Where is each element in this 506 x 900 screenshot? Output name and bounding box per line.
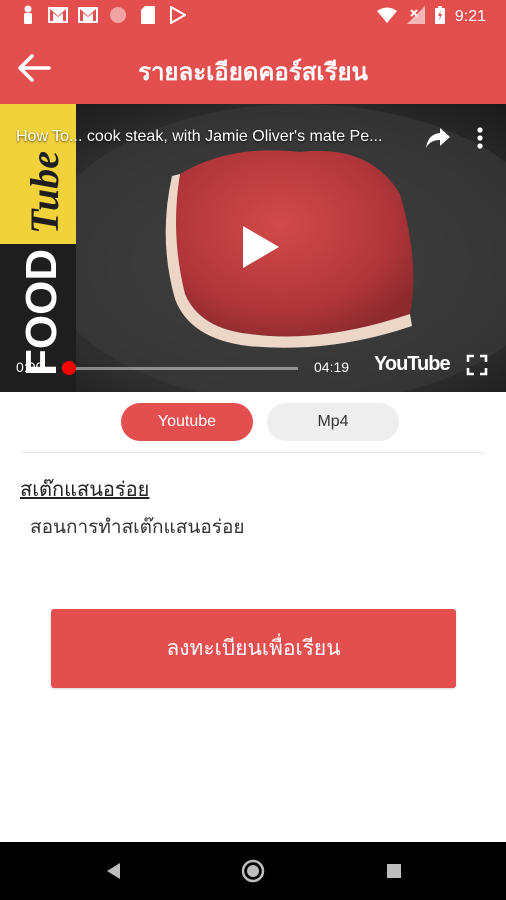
progress-bar[interactable] [68, 367, 298, 370]
video-player[interactable]: Tube FOOD How To... cook steak, with Jam… [0, 104, 506, 392]
app-bar: รายละเอียดคอร์สเรียน [0, 32, 506, 104]
course-description: สอนการทำสเต๊กแสนอร่อย [30, 516, 245, 538]
battery-icon [434, 6, 445, 28]
triangle-back-icon [107, 863, 120, 879]
navigation-bar [0, 842, 506, 900]
share-button[interactable] [424, 124, 452, 152]
more-options-button[interactable] [470, 124, 490, 152]
play-button[interactable] [233, 222, 283, 272]
more-vert-icon [477, 127, 483, 149]
gmail-icon [78, 5, 98, 25]
wifi-icon [376, 7, 397, 27]
svg-text:FOOD: FOOD [17, 249, 66, 376]
tab-mp4[interactable]: Mp4 [267, 403, 399, 441]
circle-home-icon [241, 859, 265, 883]
notification-icons [18, 5, 188, 25]
sd-card-icon [138, 5, 158, 25]
share-icon [426, 128, 450, 148]
nav-home-button[interactable] [241, 859, 265, 883]
video-duration: 04:19 [314, 359, 350, 375]
svg-text:Tube: Tube [22, 151, 67, 234]
course-name: สเต๊กแสนอร่อย [20, 477, 150, 501]
gmail-icon [48, 5, 68, 25]
nav-back-button[interactable] [102, 859, 126, 883]
divider [22, 452, 484, 453]
signal-icon [406, 6, 425, 28]
system-icons: 9:21 [376, 6, 486, 28]
square-recents-icon [387, 864, 401, 878]
youtube-logo[interactable]: YouTube [374, 353, 451, 376]
source-toggle: Youtube Mp4 [0, 403, 506, 443]
register-button[interactable]: ลงทะเบียนเพื่อเรียน [51, 609, 456, 688]
video-title: How To... cook steak, with Jamie Oliver'… [16, 128, 383, 145]
circle-icon [108, 5, 128, 25]
play-icon [243, 226, 279, 268]
status-bar: 9:21 [0, 0, 506, 32]
clock: 9:21 [454, 8, 486, 25]
nav-recents-button[interactable] [382, 859, 406, 883]
tab-youtube[interactable]: Youtube [121, 403, 253, 441]
play-store-icon [168, 5, 188, 25]
person-icon [18, 5, 38, 25]
page-title: รายละเอียดคอร์สเรียน [138, 58, 368, 86]
progress-knob[interactable] [62, 361, 76, 375]
current-time: 0:00 [16, 359, 44, 375]
fullscreen-button[interactable] [466, 354, 488, 376]
fullscreen-icon [466, 354, 488, 376]
